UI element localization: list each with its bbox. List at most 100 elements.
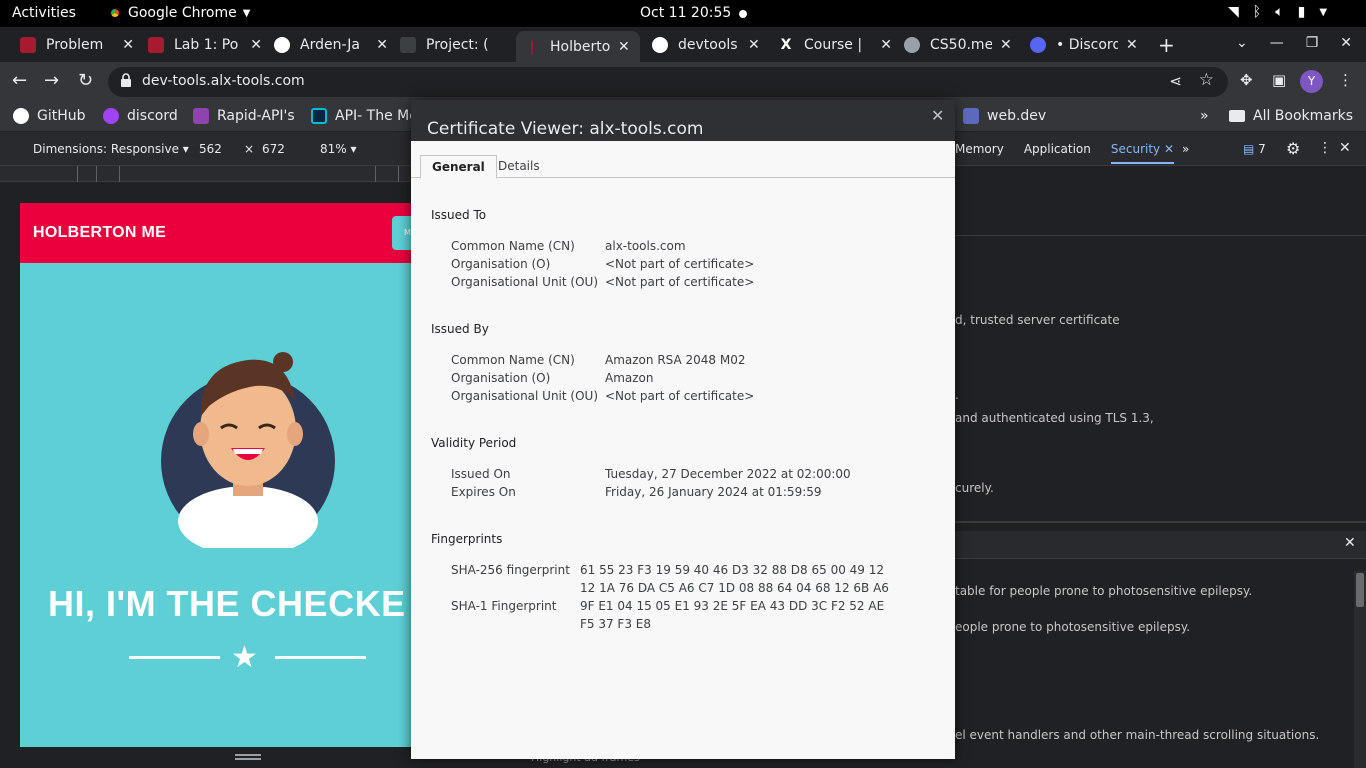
back-arrow-icon[interactable]: ← bbox=[12, 70, 27, 91]
width-input[interactable]: 562 bbox=[199, 142, 222, 156]
bookmark-api[interactable]: API- The Mo bbox=[311, 108, 418, 124]
tab-details[interactable]: Details bbox=[487, 155, 551, 179]
clock[interactable]: Oct 11 20:55 bbox=[640, 5, 731, 21]
avatar-illustration bbox=[161, 352, 335, 548]
tab-application[interactable]: Application bbox=[1024, 142, 1091, 156]
address-bar[interactable]: dev-tools.alx-tools.com ⋖ ☆ bbox=[108, 67, 1228, 97]
site-brand[interactable]: HOLBERTON ME bbox=[33, 224, 166, 242]
more-menu-icon[interactable]: ⋮ bbox=[1318, 140, 1332, 156]
dialog-body: General Details Issued To Common Name (C… bbox=[411, 141, 955, 759]
dimensions-select[interactable]: Dimensions: Responsive ▾ bbox=[33, 142, 189, 156]
new-tab-button[interactable]: + bbox=[1158, 33, 1175, 57]
side-panel-icon[interactable]: ▣ bbox=[1272, 71, 1286, 89]
bookmark-webdev[interactable]: web.dev bbox=[963, 108, 1046, 124]
close-window-icon[interactable]: ✕ bbox=[1340, 35, 1352, 51]
height-input[interactable]: 672 bbox=[262, 142, 285, 156]
activities-button[interactable]: Activities bbox=[12, 5, 76, 21]
lock-icon[interactable] bbox=[120, 73, 132, 87]
section-fingerprints: Fingerprints bbox=[431, 532, 503, 546]
certificate-viewer-dialog: Certificate Viewer: alx-tools.com ✕ Gene… bbox=[411, 100, 955, 759]
tab-holberton[interactable]: ❘ Holberto ✕ bbox=[516, 31, 640, 62]
browser-toolbar: ← → ↻ dev-tools.alx-tools.com ⋖ ☆ ✥ ▣ Y … bbox=[0, 62, 1366, 101]
panel-text: and authenticated using TLS 1.3, bbox=[955, 411, 1154, 425]
section-issued-to: Issued To bbox=[431, 208, 487, 222]
scrollbar[interactable] bbox=[1354, 571, 1366, 768]
globe-icon bbox=[904, 37, 920, 53]
bluetooth-icon: ᛒ bbox=[1252, 4, 1262, 20]
issues-badge[interactable]: ▤ 7 bbox=[1243, 142, 1266, 156]
close-tab-icon[interactable]: ✕ bbox=[1126, 37, 1138, 53]
close-drawer-icon[interactable]: ✕ bbox=[1344, 535, 1356, 551]
system-tray[interactable]: ◥ ᛒ 🔈︎ ▮ ▼ bbox=[1228, 4, 1327, 20]
field-label: Issued On bbox=[451, 467, 511, 481]
api-icon bbox=[311, 108, 327, 124]
bookmark-rapidapi[interactable]: Rapid-API's bbox=[193, 108, 295, 124]
field-value: Friday, 26 January 2024 at 01:59:59 bbox=[605, 485, 822, 499]
gear-icon[interactable]: ⚙ bbox=[1286, 139, 1300, 158]
more-tabs-chevron-icon[interactable]: » bbox=[1182, 142, 1189, 156]
tab-problem[interactable]: Problem ✕ bbox=[12, 31, 134, 59]
field-label: Organisational Unit (OU) bbox=[451, 389, 599, 403]
close-tab-icon[interactable]: ✕ bbox=[250, 37, 262, 53]
harvard-favicon-icon bbox=[148, 37, 164, 53]
extensions-puzzle-icon[interactable]: ✥ bbox=[1240, 71, 1253, 89]
zoom-select[interactable]: 81% ▾ bbox=[320, 142, 357, 156]
tab-lab1[interactable]: Lab 1: Po ✕ bbox=[140, 31, 262, 59]
forward-arrow-icon[interactable]: → bbox=[44, 70, 59, 91]
field-value: Amazon bbox=[605, 371, 654, 385]
all-bookmarks-folder[interactable]: All Bookmarks bbox=[1229, 108, 1353, 124]
bookmark-discord[interactable]: discord bbox=[103, 108, 178, 124]
chrome-icon bbox=[108, 6, 122, 20]
bookmark-github[interactable]: GitHub bbox=[13, 108, 86, 124]
share-icon[interactable]: ⋖ bbox=[1169, 72, 1182, 90]
tab-cs50[interactable]: CS50.me ✕ bbox=[896, 31, 1018, 59]
panel-text: d, trusted server certificate bbox=[955, 313, 1120, 327]
scrollbar-thumb[interactable] bbox=[1356, 573, 1364, 607]
minimize-icon[interactable]: — bbox=[1270, 35, 1284, 51]
close-tab-icon[interactable]: ✕ bbox=[122, 37, 134, 53]
holberton-favicon-icon: ❘ bbox=[526, 38, 538, 55]
close-tab-icon[interactable]: ✕ bbox=[618, 39, 630, 55]
close-tab-icon[interactable]: ✕ bbox=[1000, 37, 1012, 53]
all-bookmarks-label: All Bookmarks bbox=[1253, 108, 1354, 124]
divider-line bbox=[275, 656, 366, 659]
tab-general[interactable]: General bbox=[420, 155, 497, 179]
tab-course[interactable]: X Course | ✕ bbox=[770, 31, 892, 59]
issues-count: 7 bbox=[1258, 142, 1266, 156]
maximize-icon[interactable]: ❐ bbox=[1306, 35, 1319, 51]
close-icon[interactable]: ✕ bbox=[1164, 142, 1174, 156]
reload-icon[interactable]: ↻ bbox=[78, 70, 93, 91]
battery-icon: ▮ bbox=[1297, 4, 1306, 20]
close-icon[interactable]: ✕ bbox=[931, 106, 944, 125]
tab-memory[interactable]: Memory bbox=[955, 142, 1004, 156]
close-tab-icon[interactable]: ✕ bbox=[880, 37, 892, 53]
fingerprint-value: F5 37 F3 E8 bbox=[580, 617, 652, 631]
url-text[interactable]: dev-tools.alx-tools.com bbox=[142, 73, 305, 89]
star-icon: ★ bbox=[231, 640, 258, 675]
field-label: SHA-1 Fingerprint bbox=[451, 599, 557, 613]
tab-title: Lab 1: Po bbox=[174, 37, 239, 53]
field-label: Organisation (O) bbox=[451, 257, 551, 271]
app-menu[interactable]: Google Chrome ▼ bbox=[108, 5, 250, 21]
more-menu-icon[interactable]: ⋮ bbox=[1338, 71, 1353, 89]
tab-project[interactable]: Project: ( bbox=[392, 31, 512, 59]
tab-arden[interactable]: Arden-Ja ✕ bbox=[266, 31, 388, 59]
resize-handle[interactable] bbox=[235, 754, 261, 760]
profile-avatar[interactable]: Y bbox=[1300, 70, 1323, 93]
bookmark-label: discord bbox=[127, 108, 178, 124]
tab-discord[interactable]: • Discord ✕ bbox=[1022, 31, 1144, 59]
menu-button[interactable]: M bbox=[392, 216, 411, 250]
tab-title: Holberto bbox=[550, 38, 610, 55]
rendering-text: el event handlers and other main-thread … bbox=[955, 728, 1320, 742]
close-tab-icon[interactable]: ✕ bbox=[748, 37, 760, 53]
close-devtools-icon[interactable]: ✕ bbox=[1339, 140, 1351, 156]
tab-search-icon[interactable]: ⌄ bbox=[1236, 35, 1248, 51]
bookmark-star-icon[interactable]: ☆ bbox=[1199, 70, 1214, 90]
tab-security[interactable]: Security ✕ bbox=[1110, 134, 1175, 164]
panel-text: curely. bbox=[955, 481, 994, 495]
more-bookmarks-chevron-icon[interactable]: » bbox=[1200, 108, 1209, 124]
tab-devtools[interactable]: devtools ✕ bbox=[644, 31, 766, 59]
dialog-title: Certificate Viewer: alx-tools.com bbox=[427, 119, 704, 139]
page-preview: HOLBERTON ME M HI, I'M THE CHECKE ★ bbox=[20, 203, 411, 747]
close-tab-icon[interactable]: ✕ bbox=[376, 37, 388, 53]
